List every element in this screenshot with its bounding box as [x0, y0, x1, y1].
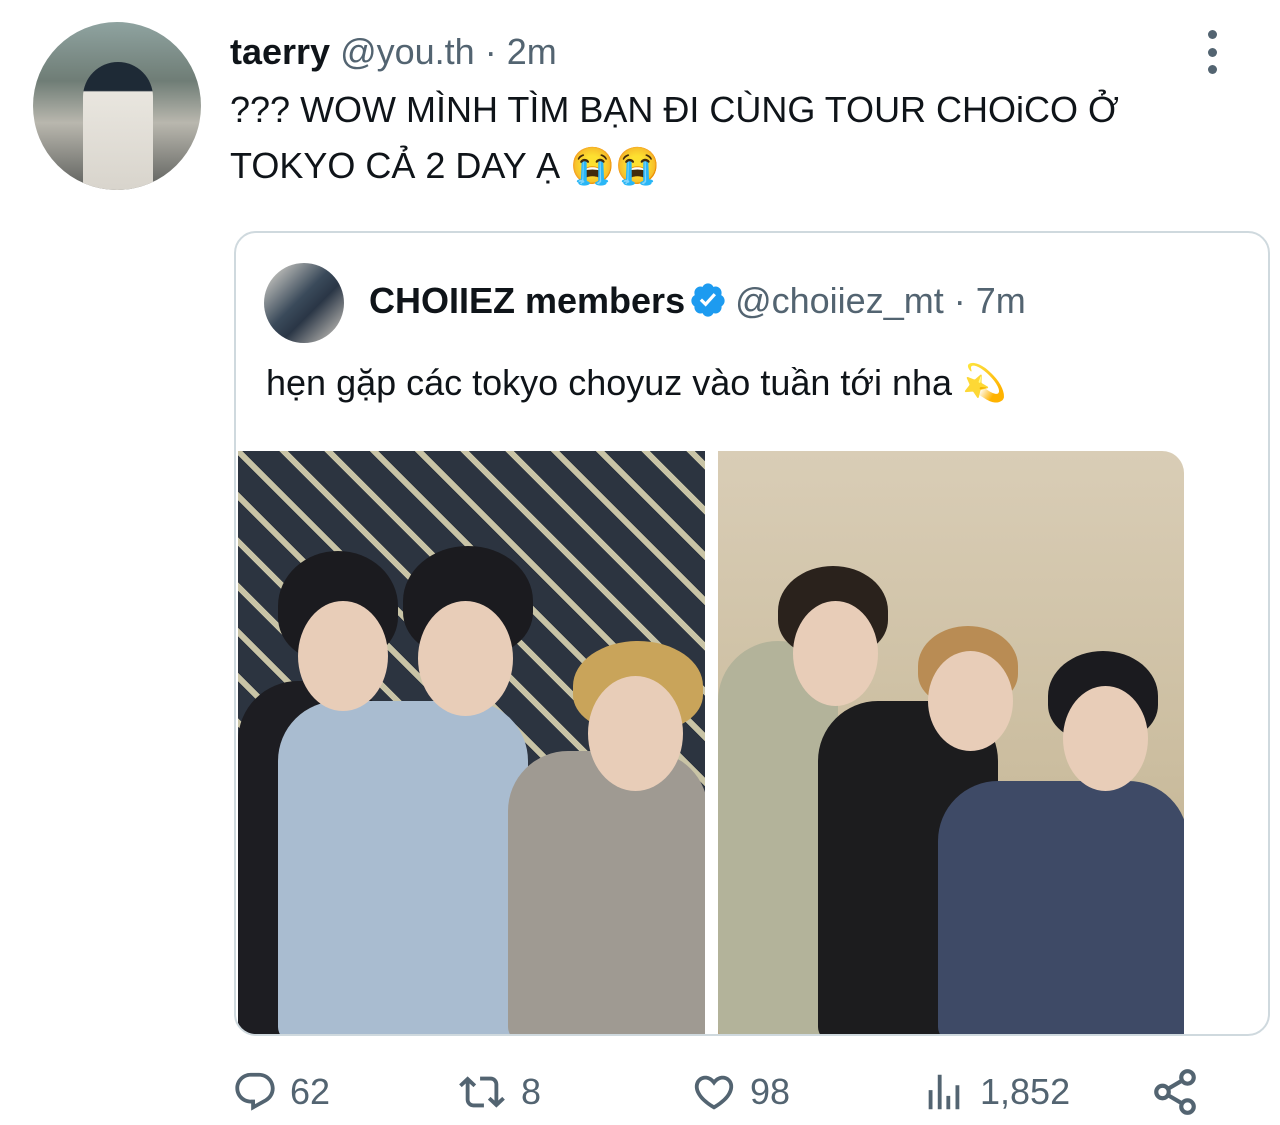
photo-face — [298, 601, 388, 711]
retweet-icon — [459, 1076, 505, 1108]
retweet-count: 8 — [521, 1071, 542, 1112]
retweet-button[interactable]: 8 — [455, 1062, 541, 1122]
quoted-tweet-text: hẹn gặp các tokyo choyuz vào tuần tới nh… — [266, 362, 1007, 403]
tweet-time[interactable]: 2m — [507, 31, 557, 72]
reply-icon — [235, 1072, 275, 1111]
separator-dot: · — [953, 280, 966, 321]
author-avatar[interactable] — [33, 22, 201, 190]
views-icon — [928, 1074, 960, 1110]
quoted-author-avatar[interactable] — [264, 263, 344, 343]
photo-face — [588, 676, 683, 791]
share-button[interactable] — [1150, 1062, 1200, 1122]
photo-face — [928, 651, 1013, 751]
heart-icon — [694, 1075, 734, 1110]
photo-face — [1063, 686, 1148, 791]
more-dot — [1207, 30, 1217, 39]
tweet-text: ??? WOW MÌNH TÌM BẠN ĐI CÙNG TOUR CHOiCO… — [230, 89, 1119, 186]
photo-face — [418, 601, 513, 716]
views-count: 1,852 — [980, 1071, 1071, 1112]
tweet-actions: 62 8 98 1,852 — [0, 1062, 1280, 1122]
photo-person — [278, 701, 528, 1034]
quoted-photo-1[interactable] — [238, 451, 705, 1034]
quoted-tweet-time[interactable]: 7m — [976, 280, 1026, 321]
quoted-tweet[interactable]: CHOIIEZ members @choiiez_mt · 7m hẹn gặp cá… — [234, 231, 1270, 1036]
author-handle[interactable]: @you.th — [340, 31, 475, 72]
reply-button[interactable]: 62 — [232, 1062, 330, 1122]
author-name[interactable]: taerry — [230, 31, 330, 72]
photo-person — [938, 781, 1184, 1034]
tweet[interactable]: taerry @you.th · 2m ??? WOW MÌNH TÌM BẠN Đ… — [0, 0, 1280, 1125]
photo-face — [793, 601, 878, 706]
tweet-header: taerry @you.th · 2m — [230, 30, 557, 74]
verified-badge-icon — [691, 283, 725, 317]
separator-dot: · — [484, 31, 497, 72]
photo-person — [508, 751, 705, 1034]
reply-count: 62 — [290, 1071, 331, 1112]
more-dot — [1207, 47, 1217, 57]
more-options-icon[interactable] — [1200, 30, 1224, 74]
share-icon — [1154, 1069, 1196, 1115]
quoted-author-name[interactable]: CHOIIEZ members — [369, 280, 685, 321]
quoted-author-handle[interactable]: @choiiez_mt — [735, 280, 944, 321]
more-dot — [1207, 65, 1217, 74]
views-button[interactable]: 1,852 — [920, 1062, 1070, 1122]
like-count: 98 — [750, 1071, 791, 1112]
quoted-tweet-header: CHOIIEZ members @choiiez_mt · 7m — [369, 279, 1026, 323]
quoted-photo-2[interactable] — [718, 451, 1184, 1034]
like-button[interactable]: 98 — [690, 1062, 790, 1122]
avatar-figure — [83, 62, 153, 190]
